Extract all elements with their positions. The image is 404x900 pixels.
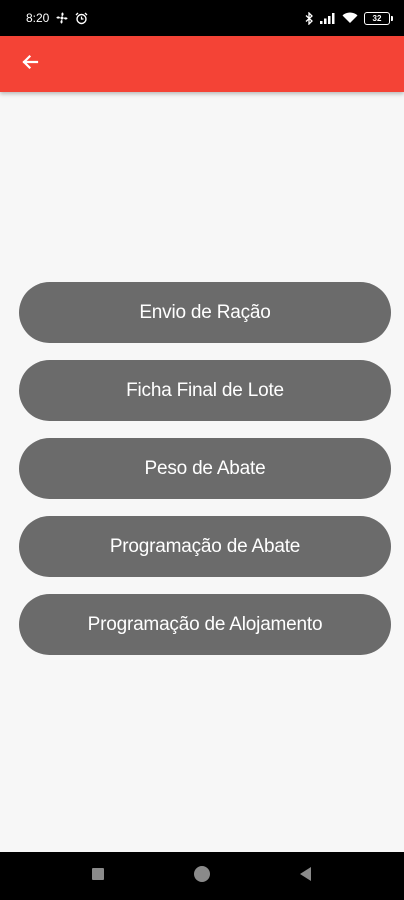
system-nav-bar	[0, 852, 404, 900]
status-bar: 8:20 32	[0, 0, 404, 36]
home-icon	[193, 865, 211, 888]
alarm-icon	[75, 12, 88, 25]
programacao-de-alojamento-button[interactable]: Programação de Alojamento	[19, 594, 391, 655]
battery-level: 32	[372, 13, 382, 23]
back-button[interactable]	[16, 50, 44, 78]
envio-de-racao-button[interactable]: Envio de Ração	[19, 282, 391, 343]
menu-item-label: Programação de Alojamento	[87, 613, 323, 635]
battery-icon: 32	[364, 11, 393, 25]
menu-item-label: Programação de Abate	[109, 535, 301, 557]
menu-item-label: Ficha Final de Lote	[126, 379, 284, 401]
fan-icon	[55, 11, 69, 25]
menu-list: Envio de Ração Ficha Final de Lote Peso …	[19, 282, 391, 655]
status-time: 8:20	[26, 11, 50, 25]
arrow-left-icon	[21, 53, 39, 76]
back-icon	[300, 866, 312, 886]
recent-apps-icon	[92, 867, 104, 885]
status-right: 32	[305, 11, 393, 25]
wifi-icon	[342, 12, 358, 24]
system-back-button[interactable]	[286, 856, 326, 896]
programacao-de-abate-button[interactable]: Programação de Abate	[19, 516, 391, 577]
main-content: Envio de Ração Ficha Final de Lote Peso …	[0, 92, 404, 852]
status-left: 8:20	[26, 11, 88, 25]
peso-de-abate-button[interactable]: Peso de Abate	[19, 438, 391, 499]
signal-icon	[320, 12, 336, 24]
bluetooth-icon	[305, 11, 314, 25]
home-button[interactable]	[182, 856, 222, 896]
app-bar	[0, 36, 404, 92]
menu-item-label: Peso de Abate	[144, 457, 266, 479]
ficha-final-de-lote-button[interactable]: Ficha Final de Lote	[19, 360, 391, 421]
menu-item-label: Envio de Ração	[139, 301, 271, 323]
recent-apps-button[interactable]	[78, 856, 118, 896]
